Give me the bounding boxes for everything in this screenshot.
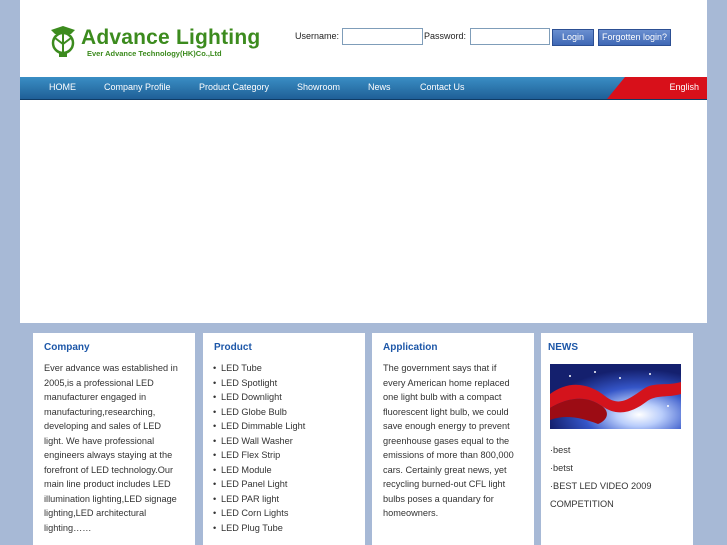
application-line: emissions of more than 800,000: [383, 450, 514, 460]
company-panel: Company Ever advance was established in …: [33, 333, 195, 545]
application-panel: Application The government says that if …: [372, 333, 534, 545]
application-line: bulbs poses a quandary for: [383, 493, 494, 504]
company-line: illumination lighting,LED signage: [44, 493, 177, 504]
product-item[interactable]: • LED Plug Tube: [213, 521, 305, 536]
username-input[interactable]: [342, 28, 423, 45]
application-line: every American home replaced: [383, 377, 510, 388]
news-image[interactable]: [550, 364, 681, 429]
product-item[interactable]: • LED Panel Light: [213, 477, 305, 492]
product-list: • LED Tube • LED Spotlight • LED Downlight …: [213, 361, 305, 535]
nav-contact-us[interactable]: Contact Us: [420, 82, 465, 92]
company-title: Company: [44, 342, 90, 353]
right-margin: [707, 0, 727, 545]
application-text: The government says that if every Americ…: [383, 361, 514, 521]
news-item[interactable]: ·BEST LED VIDEO 2009: [550, 477, 651, 495]
logo-subtitle: Ever Advance Technology(HK)Co.,Ltd: [87, 49, 222, 58]
login-button[interactable]: Login: [552, 29, 594, 46]
product-item[interactable]: • LED Flex Strip: [213, 448, 305, 463]
password-input[interactable]: [470, 28, 550, 45]
company-line: 2005,is a professional LED: [44, 377, 154, 388]
company-line: lighting,LED architectural: [44, 508, 147, 518]
nav-news[interactable]: News: [368, 82, 391, 92]
company-line: manufacturer engaged in: [44, 392, 147, 402]
application-line: one light bulb with a compact: [383, 392, 502, 402]
page-container: Advance Lighting Ever Advance Technology…: [20, 0, 707, 545]
product-item[interactable]: • LED Globe Bulb: [213, 405, 305, 420]
forgotten-login-button[interactable]: Forgotten login?: [598, 29, 671, 46]
news-list: ·best ·betst ·BEST LED VIDEO 2009 COMPET…: [550, 441, 651, 513]
news-panel: NEWS ·best ·betst ·BEST LED VIDEO 2009 C…: [541, 333, 693, 545]
product-item[interactable]: • LED Module: [213, 463, 305, 478]
application-line: The government says that if: [383, 363, 497, 373]
application-line: fluorescent light bulb, we could: [383, 406, 509, 417]
product-panel: Product • LED Tube • LED Spotlight • LED Do…: [203, 333, 365, 545]
company-line: manufacturing,researching,: [44, 406, 156, 417]
nav-product-category[interactable]: Product Category: [199, 82, 269, 92]
red-ribbon-image: [550, 364, 681, 429]
language-link[interactable]: English: [669, 82, 699, 92]
news-item[interactable]: COMPETITION: [550, 495, 651, 513]
application-title: Application: [383, 342, 438, 353]
product-item[interactable]: • LED Wall Washer: [213, 434, 305, 449]
logo-title: Advance Lighting: [81, 26, 261, 49]
company-text: Ever advance was established in 2005,is …: [44, 361, 178, 535]
company-line: forefront of LED technology.Our: [44, 464, 174, 475]
product-title: Product: [214, 342, 252, 353]
product-item[interactable]: • LED Tube: [213, 361, 305, 376]
product-item[interactable]: • LED Downlight: [213, 390, 305, 405]
news-title: NEWS: [548, 342, 578, 353]
product-item[interactable]: • LED Dimmable Light: [213, 419, 305, 434]
company-line: light. We have professional: [44, 435, 155, 446]
product-item[interactable]: • LED Corn Lights: [213, 506, 305, 521]
application-line: save enough energy to prevent: [383, 421, 510, 431]
company-line: Ever advance was established in: [44, 363, 178, 373]
password-label: Password:: [424, 31, 467, 41]
main-nav: HOME Company Profile Product Category Sh…: [20, 77, 707, 100]
application-line: cars. Certainly great news, yet: [383, 464, 507, 475]
product-item[interactable]: • LED PAR light: [213, 492, 305, 507]
application-line: greenhouse gases equal to the: [383, 435, 510, 446]
nav-showroom[interactable]: Showroom: [297, 82, 340, 92]
application-line: recycling burned-out CFL light: [383, 479, 506, 489]
product-item[interactable]: • LED Spotlight: [213, 376, 305, 391]
company-line: engineers always staying at the: [44, 450, 173, 460]
company-line: developing and sales of LED: [44, 421, 161, 431]
username-label: Username:: [295, 31, 340, 41]
bulb-logo-icon: [51, 26, 75, 57]
application-line: homeowners.: [383, 508, 439, 518]
company-line: main line product includes LED: [44, 479, 171, 489]
nav-company-profile[interactable]: Company Profile: [104, 82, 171, 92]
news-item[interactable]: ·betst: [550, 459, 651, 477]
nav-home[interactable]: HOME: [49, 82, 76, 92]
company-line: lighting……: [44, 522, 92, 533]
news-item[interactable]: ·best: [550, 441, 651, 459]
site-logo[interactable]: Advance Lighting Ever Advance Technology…: [47, 22, 260, 62]
